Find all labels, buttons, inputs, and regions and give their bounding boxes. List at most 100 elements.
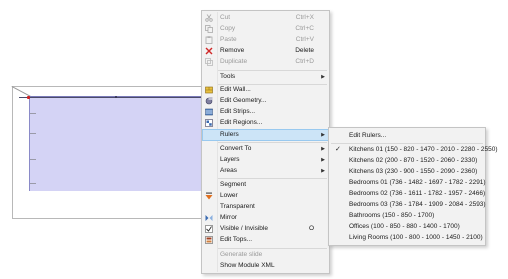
submenu-item-bedrooms-03[interactable]: Bedrooms 03 (736 - 1784 - 1909 - 2084 - … xyxy=(330,200,486,210)
submenu-item-label: Living Rooms (100 - 800 - 1000 - 1450 - … xyxy=(349,234,483,241)
menu-item-layers[interactable]: Layers ▶ xyxy=(203,155,328,165)
visible-icon xyxy=(205,225,213,233)
menu-item-tools[interactable]: Tools ▶ xyxy=(203,72,328,82)
menu-item-label: Remove xyxy=(220,47,245,54)
menu-item-label: Segment xyxy=(220,181,247,188)
menu-item-label: Mirror xyxy=(220,214,237,221)
menu-item-edit-tops[interactable]: Edit Tops... xyxy=(203,235,328,245)
menu-item-convert-to[interactable]: Convert To ▶ xyxy=(203,144,328,154)
menu-item-cut[interactable]: Cut Ctrl+X xyxy=(203,13,328,23)
menu-item-show-module-xml[interactable]: Show Module XML xyxy=(203,261,328,271)
menu-separator xyxy=(331,143,483,144)
menu-item-label: Duplicate xyxy=(220,58,248,65)
menu-item-shortcut: Ctrl+D xyxy=(295,58,314,65)
menu-item-label: Copy xyxy=(220,25,236,32)
menu-item-shortcut: Delete xyxy=(295,47,314,54)
menu-item-rulers[interactable]: Rulers ▶ xyxy=(202,129,329,141)
ruler-tick xyxy=(30,159,36,160)
submenu-item-offices[interactable]: Offices (100 - 850 - 880 - 1400 - 1700) xyxy=(330,222,484,232)
menu-item-mirror[interactable]: Mirror xyxy=(203,213,328,223)
menu-item-remove[interactable]: Remove Delete xyxy=(203,46,328,56)
regions-icon xyxy=(205,119,213,127)
submenu-arrow-icon: ▶ xyxy=(321,74,325,80)
menu-item-segment[interactable]: Segment xyxy=(203,180,328,190)
menu-item-label: Show Module XML xyxy=(220,262,275,269)
wall-icon xyxy=(205,86,213,94)
submenu-arrow-icon: ▶ xyxy=(321,168,325,174)
menu-separator xyxy=(218,70,327,71)
menu-item-edit-geometry[interactable]: Edit Geometry... xyxy=(203,96,328,106)
geometry-icon xyxy=(205,97,213,105)
submenu-item-bathrooms[interactable]: Bathrooms (150 - 850 - 1700) xyxy=(330,211,484,221)
menu-item-label: Layers xyxy=(220,156,240,163)
ruler-tick xyxy=(30,183,36,184)
submenu-item-label: Bedrooms 02 (736 - 1611 - 1782 - 1957 - … xyxy=(349,190,486,197)
ruler-tick xyxy=(30,133,36,134)
submenu-item-label: Edit Rulers... xyxy=(349,132,387,139)
menu-item-label: Lower xyxy=(220,192,238,199)
submenu-arrow-icon: ▶ xyxy=(321,157,325,163)
selected-wall[interactable] xyxy=(29,96,206,191)
menu-item-copy[interactable]: Copy Ctrl+C xyxy=(203,24,328,34)
wall-mid-marker[interactable] xyxy=(115,96,117,98)
submenu-item-label: Bedrooms 03 (736 - 1784 - 1909 - 2084 - … xyxy=(349,201,486,208)
submenu-item-living-rooms[interactable]: Living Rooms (100 - 800 - 1000 - 1450 - … xyxy=(330,233,484,243)
menu-item-lower[interactable]: Lower xyxy=(203,191,328,201)
paste-icon xyxy=(205,36,213,44)
menu-item-label: Rulers xyxy=(220,131,239,138)
submenu-item-label: Kitchens 03 (230 - 900 - 1550 - 2090 - 2… xyxy=(349,168,478,175)
menu-item-label: Visible / Invisible xyxy=(220,225,268,232)
menu-item-visible-invisible[interactable]: Visible / Invisible O xyxy=(203,224,328,234)
menu-item-label: Edit Geometry... xyxy=(220,97,267,104)
menu-item-label: Areas xyxy=(220,167,237,174)
menu-item-edit-strips[interactable]: Edit Strips... xyxy=(203,107,328,117)
submenu-item-kitchens-03[interactable]: Kitchens 03 (230 - 900 - 1550 - 2090 - 2… xyxy=(330,167,484,177)
menu-item-label: Edit Wall... xyxy=(220,86,251,93)
menu-item-label: Convert To xyxy=(220,145,252,152)
strips-icon xyxy=(205,108,213,116)
menu-item-shortcut: O xyxy=(308,225,314,232)
scissors-icon xyxy=(205,14,213,22)
submenu-item-kitchens-02[interactable]: Kitchens 02 (200 - 870 - 1520 - 2060 - 2… xyxy=(330,156,484,166)
copy-icon xyxy=(205,25,213,33)
mirror-icon xyxy=(205,214,213,222)
submenu-item-edit-rulers[interactable]: Edit Rulers... xyxy=(330,131,484,141)
ruler-tick xyxy=(30,113,36,114)
menu-item-shortcut: Ctrl+X xyxy=(295,14,314,21)
menu-item-transparent[interactable]: Transparent xyxy=(203,202,328,212)
context-menu: Cut Ctrl+X Copy Ctrl+C Paste Ctrl+V Remo… xyxy=(201,10,330,274)
menu-item-duplicate[interactable]: Duplicate Ctrl+D xyxy=(203,57,328,67)
lower-icon xyxy=(205,192,213,200)
tops-icon xyxy=(205,236,213,244)
submenu-item-label: Kitchens 02 (200 - 870 - 1520 - 2060 - 2… xyxy=(349,157,478,164)
menu-item-label: Paste xyxy=(220,36,237,43)
menu-item-edit-wall[interactable]: Edit Wall... xyxy=(203,85,328,95)
submenu-item-bedrooms-02[interactable]: Bedrooms 02 (736 - 1611 - 1782 - 1957 - … xyxy=(330,189,486,199)
menu-item-label: Edit Regions... xyxy=(220,119,263,126)
submenu-item-label: Bathrooms (150 - 850 - 1700) xyxy=(349,212,435,219)
menu-item-label: Generate slide xyxy=(220,251,263,258)
submenu-item-bedrooms-01[interactable]: Bedrooms 01 (736 - 1482 - 1697 - 1782 - … xyxy=(330,178,486,188)
menu-item-areas[interactable]: Areas ▶ xyxy=(203,166,328,176)
menu-separator xyxy=(218,178,327,179)
rulers-submenu: Edit Rulers... ✓ Kitchens 01 (150 - 820 … xyxy=(328,127,498,246)
submenu-item-label: Bedrooms 01 (736 - 1482 - 1697 - 1782 - … xyxy=(349,179,486,186)
menu-separator xyxy=(218,248,327,249)
menu-item-edit-regions[interactable]: Edit Regions... xyxy=(203,118,328,128)
menu-item-label: Cut xyxy=(220,14,231,21)
submenu-item-label: Offices (100 - 850 - 880 - 1400 - 1700) xyxy=(349,223,460,230)
menu-item-label: Edit Tops... xyxy=(220,236,253,243)
menu-item-label: Transparent xyxy=(220,203,255,210)
wall-start-marker[interactable] xyxy=(27,96,30,99)
checkmark-icon: ✓ xyxy=(335,146,341,153)
wall-edge xyxy=(19,97,205,98)
submenu-arrow-icon: ▶ xyxy=(321,132,325,138)
menu-item-label: Tools xyxy=(220,73,236,80)
menu-item-generate-slide[interactable]: Generate slide xyxy=(203,250,328,260)
menu-item-shortcut: Ctrl+V xyxy=(295,36,314,43)
duplicate-icon xyxy=(205,58,213,66)
menu-item-label: Edit Strips... xyxy=(220,108,256,115)
submenu-item-kitchens-01[interactable]: ✓ Kitchens 01 (150 - 820 - 1470 - 2010 -… xyxy=(330,145,498,155)
menu-item-paste[interactable]: Paste Ctrl+V xyxy=(203,35,328,45)
menu-item-shortcut: Ctrl+C xyxy=(295,25,314,32)
